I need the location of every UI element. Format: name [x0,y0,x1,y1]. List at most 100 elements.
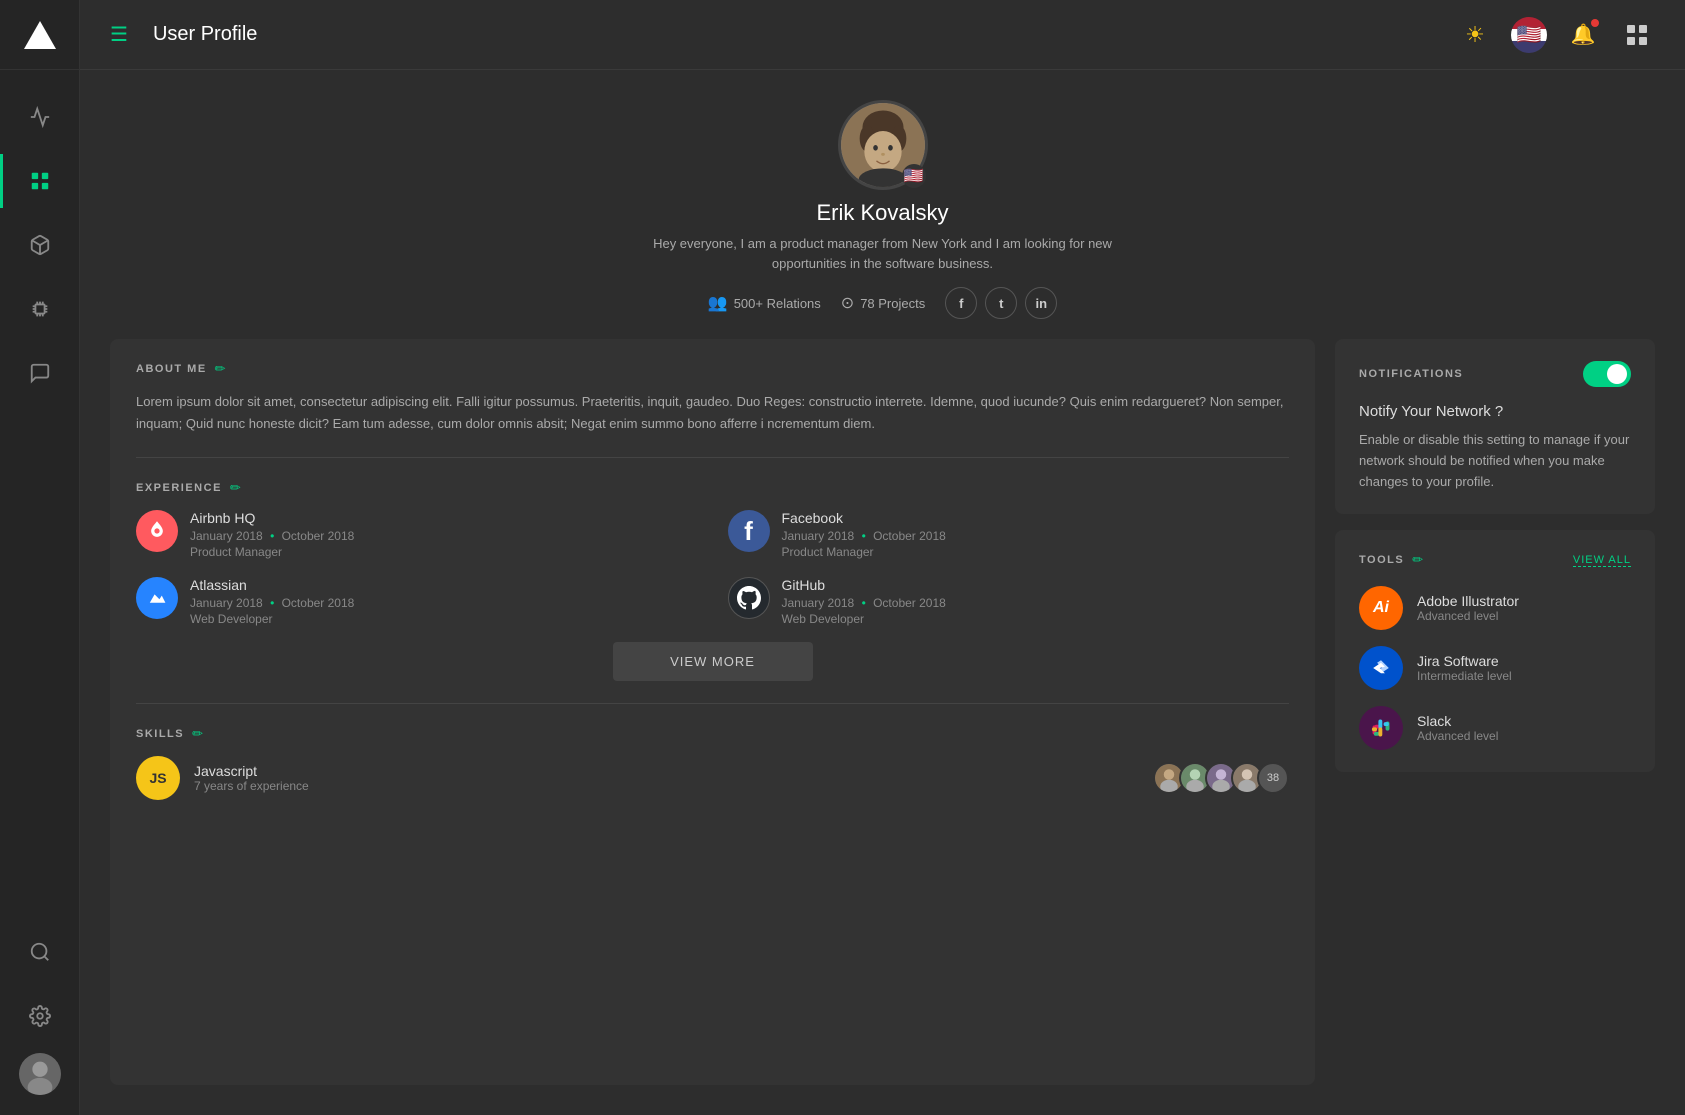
tools-card: TOOLS ✏ VIEW ALL Ai Adobe Illustrator Ad… [1335,530,1655,772]
relations-stat: 👥 500+ Relations [708,293,821,313]
notification-bell-button[interactable]: 🔔 [1565,17,1601,53]
notifications-toggle[interactable] [1583,361,1631,387]
javascript-experience: 7 years of experience [194,779,309,793]
facebook-dates: January 2018 • October 2018 [782,529,946,543]
apps-grid-button[interactable] [1619,17,1655,53]
sidebar-item-settings[interactable] [0,989,80,1043]
javascript-name: Javascript [194,763,309,779]
projects-stat: ⊙ 78 Projects [841,293,925,313]
exp-item-facebook: f Facebook January 2018 • October 2018 P… [728,510,1290,559]
javascript-badge: JS [136,756,180,800]
view-more-button[interactable]: VIEW MORE [613,642,813,681]
atlassian-name: Atlassian [190,577,354,593]
sidebar-item-cube[interactable] [0,218,80,272]
github-role: Web Developer [782,612,946,626]
profile-stats: 👥 500+ Relations ⊙ 78 Projects f t in [708,287,1057,319]
atlassian-details: Atlassian January 2018 • October 2018 We… [190,577,354,626]
javascript-badge-text: JS [149,770,166,786]
notifications-card: NOTIFICATIONS Notify Your Network ? Enab… [1335,339,1655,514]
skills-edit-icon[interactable]: ✏ [192,726,203,742]
sidebar-item-dashboard[interactable] [0,154,80,208]
exp-item-atlassian: Atlassian January 2018 • October 2018 We… [136,577,698,626]
atlassian-role: Web Developer [190,612,354,626]
left-column: ABOUT ME ✏ Lorem ipsum dolor sit amet, c… [110,339,1315,1085]
view-all-button[interactable]: VIEW ALL [1573,554,1631,567]
sidebar [0,0,80,1115]
atlassian-dates: January 2018 • October 2018 [190,596,354,610]
sidebar-item-activity[interactable] [0,90,80,144]
slack-name: Slack [1417,713,1498,729]
relations-icon: 👥 [708,293,728,313]
github-logo [728,577,770,619]
sidebar-item-chat[interactable] [0,346,80,400]
notifications-header: NOTIFICATIONS [1359,361,1631,387]
content-area: ABOUT ME ✏ Lorem ipsum dolor sit amet, c… [80,339,1685,1115]
sidebar-nav [0,70,79,925]
sidebar-logo[interactable] [0,0,80,70]
profile-bio: Hey everyone, I am a product manager fro… [643,234,1123,273]
sidebar-item-search[interactable] [0,925,80,979]
profile-country-flag: 🇺🇸 [902,164,926,188]
slack-info: Slack Advanced level [1417,713,1498,743]
illustrator-name: Adobe Illustrator [1417,593,1519,609]
experience-edit-icon[interactable]: ✏ [230,480,241,496]
theme-toggle-button[interactable]: ☀ [1457,17,1493,53]
jira-name: Jira Software [1417,653,1512,669]
header: ☰ User Profile ☀ 🇺🇸 🔔 [80,0,1685,70]
tools-edit-icon[interactable]: ✏ [1412,552,1423,568]
facebook-logo: f [728,510,770,552]
tools-title-row: TOOLS ✏ [1359,552,1423,568]
profile-name: Erik Kovalsky [816,200,948,226]
sidebar-user-avatar[interactable] [19,1053,61,1095]
javascript-skill-row: JS Javascript 7 years of experience [136,756,1289,800]
right-column: NOTIFICATIONS Notify Your Network ? Enab… [1335,339,1655,1085]
notifications-title: NOTIFICATIONS [1359,368,1463,380]
jira-logo [1359,646,1403,690]
github-details: GitHub January 2018 • October 2018 Web D… [782,577,946,626]
airbnb-logo [136,510,178,552]
illustrator-level: Advanced level [1417,609,1519,623]
tool-item-jira: Jira Software Intermediate level [1359,646,1631,690]
about-title: ABOUT ME [136,363,207,375]
profile-avatar-wrapper: 🇺🇸 [838,100,928,190]
relations-count: 500+ Relations [734,296,821,311]
projects-icon: ⊙ [841,293,854,313]
social-links: f t in [945,287,1057,319]
about-edit-icon[interactable]: ✏ [215,361,226,377]
airbnb-details: Airbnb HQ January 2018 • October 2018 Pr… [190,510,354,559]
github-dates: January 2018 • October 2018 [782,596,946,610]
exp-item-github: GitHub January 2018 • October 2018 Web D… [728,577,1290,626]
jira-info: Jira Software Intermediate level [1417,653,1512,683]
slack-level: Advanced level [1417,729,1498,743]
experience-header: EXPERIENCE ✏ [136,480,1289,496]
tools-header: TOOLS ✏ VIEW ALL [1359,552,1631,568]
notify-network-heading: Notify Your Network ? [1359,403,1631,420]
notify-network-description: Enable or disable this setting to manage… [1359,430,1631,492]
exp-item-airbnb: Airbnb HQ January 2018 • October 2018 Pr… [136,510,698,559]
skills-header: SKILLS ✏ [136,726,1289,742]
notification-dot [1591,19,1599,27]
twitter-link[interactable]: t [985,287,1017,319]
airbnb-role: Product Manager [190,545,354,559]
atlassian-logo [136,577,178,619]
toggle-thumb [1607,364,1627,384]
experience-grid: Airbnb HQ January 2018 • October 2018 Pr… [136,510,1289,626]
airbnb-name: Airbnb HQ [190,510,354,526]
active-indicator [0,154,3,208]
facebook-name: Facebook [782,510,946,526]
sidebar-bottom [0,925,80,1115]
experience-section: EXPERIENCE ✏ Airbnb HQ January 2018 [110,458,1315,703]
skills-title: SKILLS [136,728,184,740]
about-section: ABOUT ME ✏ Lorem ipsum dolor sit amet, c… [110,339,1315,457]
menu-icon[interactable]: ☰ [110,22,128,47]
facebook-link[interactable]: f [945,287,977,319]
javascript-info: Javascript 7 years of experience [194,763,309,793]
tools-title: TOOLS [1359,554,1404,566]
language-flag[interactable]: 🇺🇸 [1511,17,1547,53]
linkedin-link[interactable]: in [1025,287,1057,319]
sidebar-item-chip[interactable] [0,282,80,336]
tool-item-illustrator: Ai Adobe Illustrator Advanced level [1359,586,1631,630]
illustrator-logo-text: Ai [1373,599,1389,617]
toggle-track [1583,361,1631,387]
main-content: ☰ User Profile ☀ 🇺🇸 🔔 [80,0,1685,1115]
